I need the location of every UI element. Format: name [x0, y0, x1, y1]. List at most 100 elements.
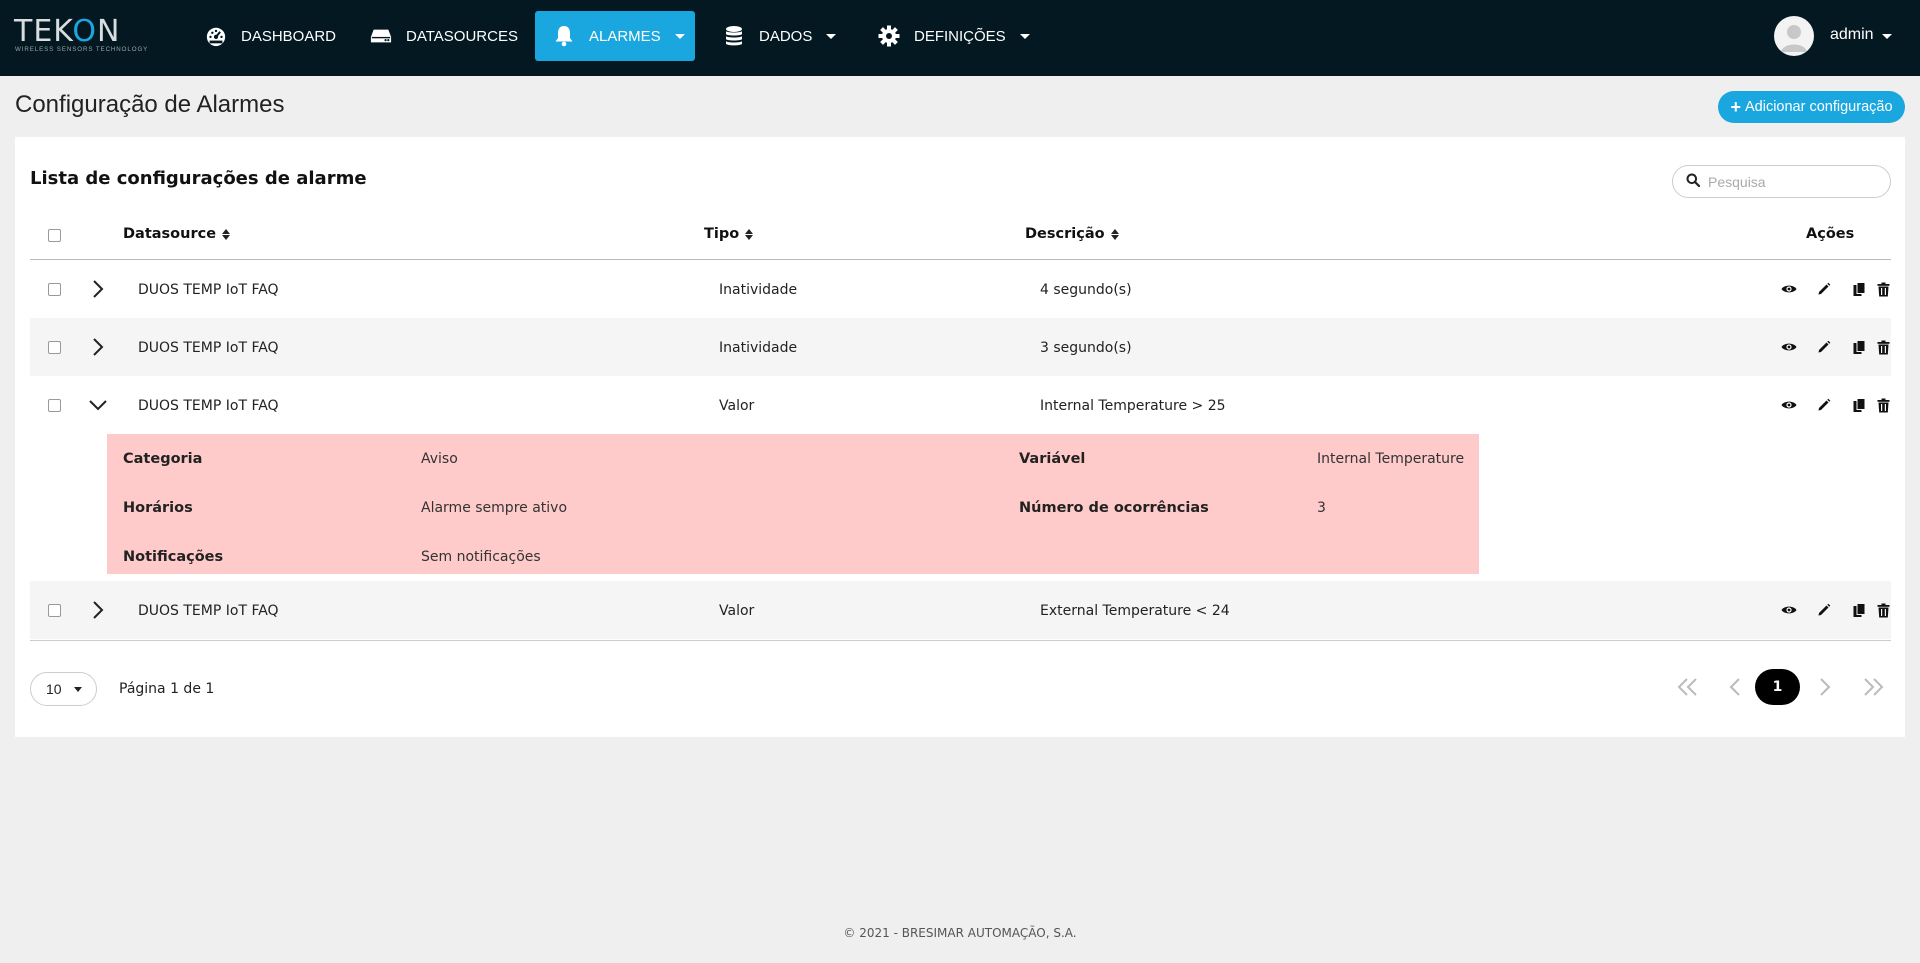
last-page-button[interactable] [1858, 669, 1888, 705]
nav-dados-label: DADOS [759, 27, 813, 45]
trash-icon[interactable] [1874, 396, 1892, 414]
cell-descricao: Internal Temperature > 25 [1040, 398, 1226, 414]
column-header-tipo[interactable]: Tipo [704, 226, 754, 242]
avatar[interactable] [1774, 16, 1814, 56]
chevron-right-icon[interactable] [88, 337, 108, 357]
plus-icon: + [1730, 97, 1741, 117]
detail-notificacoes-label: Notificações [123, 549, 224, 565]
cell-datasource: DUOS TEMP IoT FAQ [138, 340, 279, 356]
cell-tipo: Valor [719, 398, 755, 414]
chevron-down-icon[interactable] [88, 395, 108, 415]
column-header-descricao[interactable]: Descrição [1025, 226, 1119, 242]
row-checkbox[interactable] [48, 341, 61, 354]
logo-wordmark: TEKON [14, 14, 121, 49]
trash-icon[interactable] [1874, 280, 1892, 298]
table-row[interactable]: DUOS TEMP IoT FAQ Inatividade 3 segundo(… [30, 318, 1891, 376]
chevron-left-icon [1729, 678, 1740, 696]
nav-dashboard-label: DASHBOARD [241, 27, 337, 45]
footer-copyright: © 2021 - BRESIMAR AUTOMAÇÃO, S.A. [843, 926, 1077, 940]
page-size-select[interactable]: 10 [30, 672, 97, 706]
alarm-detail-panel: Categoria Aviso Horários Alarme sempre a… [107, 434, 1479, 574]
row-actions [1780, 280, 1892, 298]
select-all-checkbox[interactable] [48, 229, 61, 242]
chevron-down-icon [1019, 33, 1030, 39]
nav-datasources[interactable]: DATASOURCES [370, 11, 518, 61]
column-header-acoes: Ações [1806, 226, 1854, 242]
detail-horarios-label: Horários [123, 500, 193, 516]
trash-icon[interactable] [1874, 338, 1892, 356]
eye-icon[interactable] [1780, 601, 1798, 619]
detail-ocorrencias-value: 3 [1317, 500, 1326, 516]
cell-datasource: DUOS TEMP IoT FAQ [138, 603, 279, 619]
detail-variavel-value: Internal Temperature [1317, 451, 1465, 467]
search-icon [1686, 172, 1701, 191]
cell-descricao: 3 segundo(s) [1040, 340, 1132, 356]
row-checkbox[interactable] [48, 399, 61, 412]
nav-alarmes-label: ALARMES [589, 27, 661, 45]
row-actions [1780, 338, 1892, 356]
table-row[interactable]: DUOS TEMP IoT FAQ Inatividade 4 segundo(… [30, 260, 1891, 318]
chevron-down-icon[interactable] [1882, 34, 1892, 39]
add-configuration-button[interactable]: + Adicionar configuração [1718, 91, 1905, 123]
detail-categoria-value: Aviso [421, 451, 458, 467]
next-page-button[interactable] [1815, 669, 1835, 705]
detail-horarios-value: Alarme sempre ativo [421, 500, 568, 516]
row-checkbox[interactable] [48, 604, 61, 617]
row-actions [1780, 601, 1892, 619]
column-label: Descrição [1025, 226, 1105, 242]
detail-notificacoes-value: Sem notificações [421, 549, 541, 565]
nav-dashboard[interactable]: DASHBOARD [205, 11, 337, 61]
eye-icon[interactable] [1780, 396, 1798, 414]
previous-page-button[interactable] [1725, 669, 1745, 705]
hard-drive-icon [370, 25, 392, 47]
detail-variavel-label: Variável [1019, 451, 1086, 467]
nav-definicoes[interactable]: DEFINIÇÕES [878, 11, 1033, 61]
copy-icon[interactable] [1850, 280, 1868, 298]
search-box[interactable] [1672, 165, 1891, 198]
detail-categoria-label: Categoria [123, 451, 203, 467]
cell-tipo: Inatividade [719, 282, 798, 298]
nav-dados[interactable]: DADOS [723, 11, 843, 61]
first-page-button[interactable] [1673, 669, 1703, 705]
nav-alarmes[interactable]: ALARMES [535, 11, 695, 61]
nav-definicoes-label: DEFINIÇÕES [914, 27, 1006, 45]
pencil-icon[interactable] [1815, 338, 1833, 356]
eye-icon[interactable] [1780, 280, 1798, 298]
column-label: Ações [1806, 226, 1855, 242]
search-input[interactable] [1708, 173, 1878, 190]
add-configuration-label: Adicionar configuração [1745, 99, 1893, 115]
cell-datasource: DUOS TEMP IoT FAQ [138, 398, 279, 414]
pencil-icon[interactable] [1815, 396, 1833, 414]
caret-down-icon [74, 687, 82, 692]
sort-icon [222, 228, 231, 240]
copy-icon[interactable] [1850, 601, 1868, 619]
user-menu-label[interactable]: admin [1830, 26, 1874, 44]
row-checkbox[interactable] [48, 283, 61, 296]
sort-icon [745, 228, 754, 240]
alarm-config-card: Lista de configurações de alarme Datasou… [15, 137, 1905, 737]
pencil-icon[interactable] [1815, 280, 1833, 298]
bell-icon [553, 25, 575, 47]
table-row[interactable]: DUOS TEMP IoT FAQ Valor External Tempera… [30, 581, 1891, 639]
chevron-right-icon[interactable] [88, 600, 108, 620]
cell-tipo: Inatividade [719, 340, 798, 356]
double-chevron-left-icon [1677, 678, 1697, 696]
pencil-icon[interactable] [1815, 601, 1833, 619]
top-navbar: TEKON WIRELESS SENSORS TECHNOLOGY DASHBO… [0, 0, 1920, 76]
tekon-logo[interactable]: TEKON WIRELESS SENSORS TECHNOLOGY [14, 14, 149, 56]
table-row[interactable]: DUOS TEMP IoT FAQ Valor Internal Tempera… [30, 376, 1891, 434]
trash-icon[interactable] [1874, 601, 1892, 619]
copy-icon[interactable] [1850, 338, 1868, 356]
page-button-current[interactable]: 1 [1755, 669, 1800, 705]
chevron-right-icon [1820, 678, 1831, 696]
column-label: Datasource [123, 226, 217, 242]
database-icon [723, 25, 745, 47]
cell-descricao: External Temperature < 24 [1040, 603, 1230, 619]
eye-icon[interactable] [1780, 338, 1798, 356]
chevron-right-icon[interactable] [88, 279, 108, 299]
page-title: Configuração de Alarmes [15, 91, 285, 118]
logo-tagline: WIRELESS SENSORS TECHNOLOGY [15, 46, 149, 53]
copy-icon[interactable] [1850, 396, 1868, 414]
column-header-datasource[interactable]: Datasource [123, 226, 231, 242]
column-label: Tipo [704, 226, 740, 242]
